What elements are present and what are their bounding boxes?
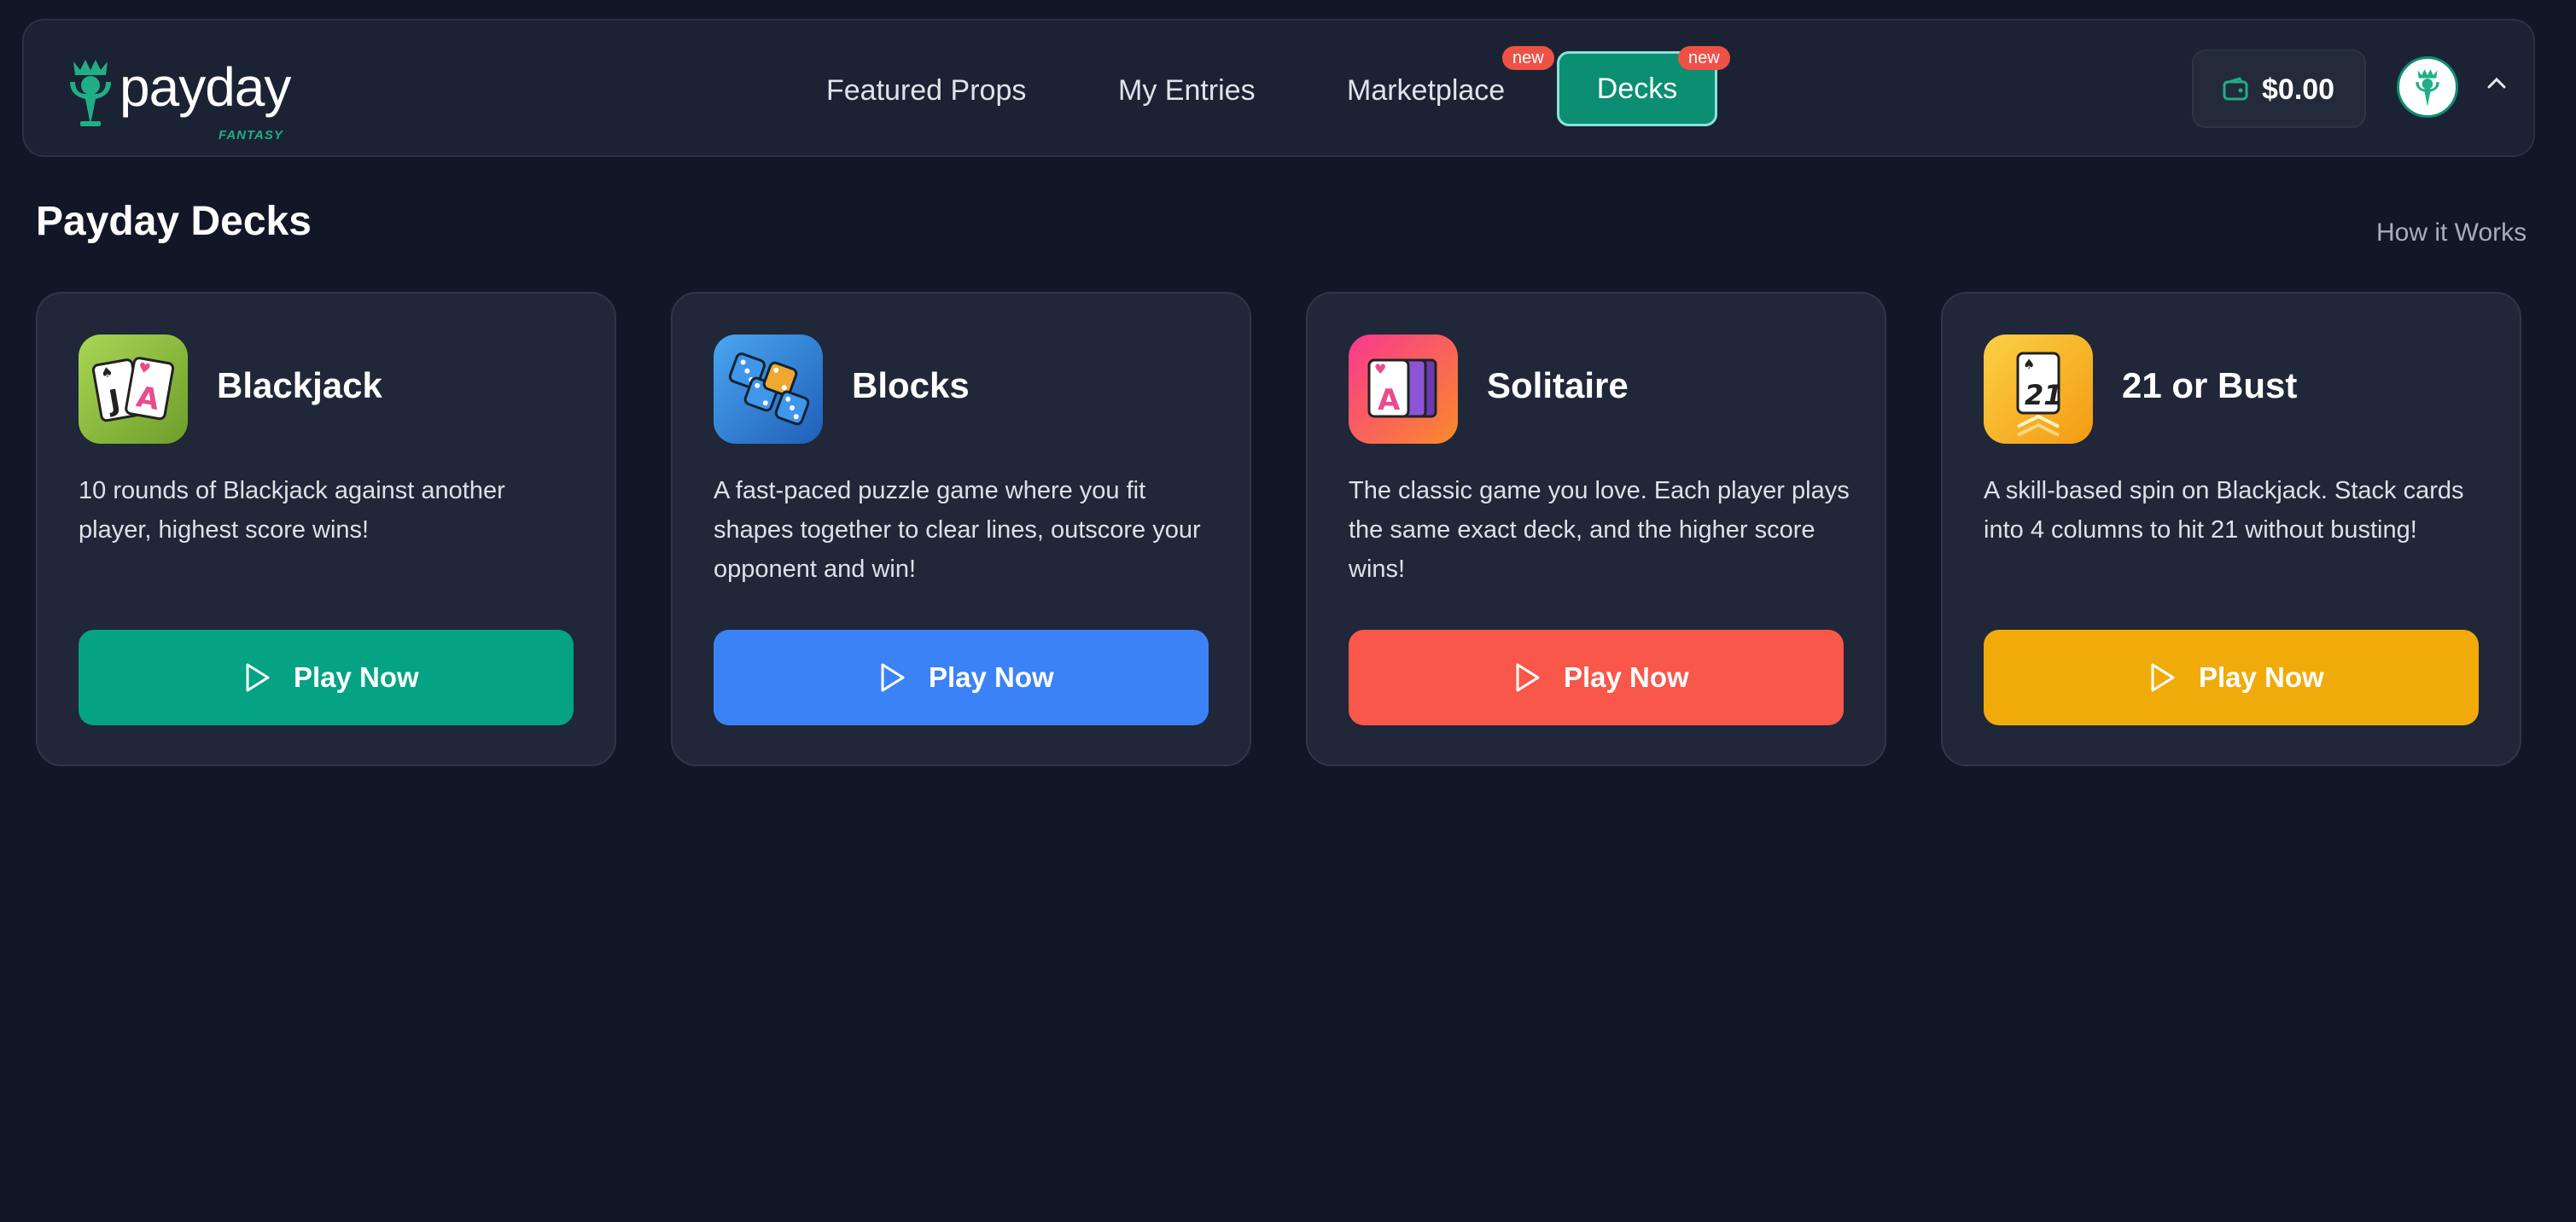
blackjack-cards-icon: ♠ J ♥ A xyxy=(79,335,188,444)
payday-logo[interactable]: payday FANTASY xyxy=(68,53,324,143)
play-now-button-blackjack[interactable]: Play Now xyxy=(79,630,574,725)
trophy-logo-icon xyxy=(70,60,111,126)
svg-text:♠: ♠ xyxy=(2023,356,2035,372)
game-description: A fast-paced puzzle game where you fit s… xyxy=(714,477,1201,583)
chevron-up-icon[interactable] xyxy=(2487,77,2506,89)
play-now-button-solitaire[interactable]: Play Now xyxy=(1349,630,1844,725)
svg-text:21: 21 xyxy=(2025,379,2063,411)
game-card-21-or-bust: ♠ 21 21 or Bust A skill-based spin on Bl… xyxy=(1941,292,2521,766)
play-now-label: Play Now xyxy=(294,661,419,693)
wallet-icon xyxy=(2223,77,2248,101)
twenty-one-card-icon: ♠ 21 xyxy=(1984,335,2093,444)
game-title: Blackjack xyxy=(217,365,382,405)
play-now-label: Play Now xyxy=(1564,661,1689,693)
game-card-blocks: Blocks A fast-paced puzzle game where yo… xyxy=(671,292,1251,766)
user-avatar[interactable] xyxy=(2397,56,2458,118)
svg-text:A: A xyxy=(1378,383,1401,417)
play-icon xyxy=(881,663,905,692)
wallet-balance-button[interactable]: $0.00 xyxy=(2192,49,2366,128)
top-navbar: payday FANTASY Featured Props My Entries… xyxy=(22,19,2535,157)
play-now-label: Play Now xyxy=(929,661,1054,693)
game-title: 21 or Bust xyxy=(2122,365,2298,405)
brand-sub: FANTASY xyxy=(219,128,283,143)
play-now-button-blocks[interactable]: Play Now xyxy=(714,630,1209,725)
blocks-dice-icon xyxy=(714,335,823,444)
page-title: Payday Decks xyxy=(36,199,312,244)
game-card-blackjack: ♠ J ♥ A Blackjack 10 rounds of Blackjack a… xyxy=(36,292,616,766)
svg-text:♥: ♥ xyxy=(1374,361,1386,377)
nav-marketplace[interactable]: Marketplace xyxy=(1347,51,1505,130)
game-card-solitaire: ♥ A Solitaire The classic game you love.… xyxy=(1306,292,1886,766)
play-icon xyxy=(246,663,270,692)
play-now-button-21-or-bust[interactable]: Play Now xyxy=(1984,630,2479,725)
brand-name: payday xyxy=(119,56,291,118)
play-icon xyxy=(2151,663,2175,692)
game-description: A skill-based spin on Blackjack. Stack c… xyxy=(1984,477,2464,544)
game-description: The classic game you love. Each player p… xyxy=(1349,477,1850,583)
decks-new-badge: new xyxy=(1678,46,1730,70)
marketplace-new-badge: new xyxy=(1502,46,1554,70)
solitaire-cards-icon: ♥ A xyxy=(1349,335,1458,444)
game-description: 10 rounds of Blackjack against another p… xyxy=(79,477,505,544)
game-title: Blocks xyxy=(852,365,970,405)
play-now-label: Play Now xyxy=(2199,661,2324,693)
nav-featured-props[interactable]: Featured Props xyxy=(826,51,1026,130)
trophy-avatar-icon xyxy=(2416,69,2439,107)
game-title: Solitaire xyxy=(1487,365,1629,405)
play-icon xyxy=(1516,663,1540,692)
how-it-works-link[interactable]: How it Works xyxy=(2376,218,2526,247)
wallet-amount: $0.00 xyxy=(2262,73,2335,106)
nav-my-entries[interactable]: My Entries xyxy=(1118,51,1256,130)
